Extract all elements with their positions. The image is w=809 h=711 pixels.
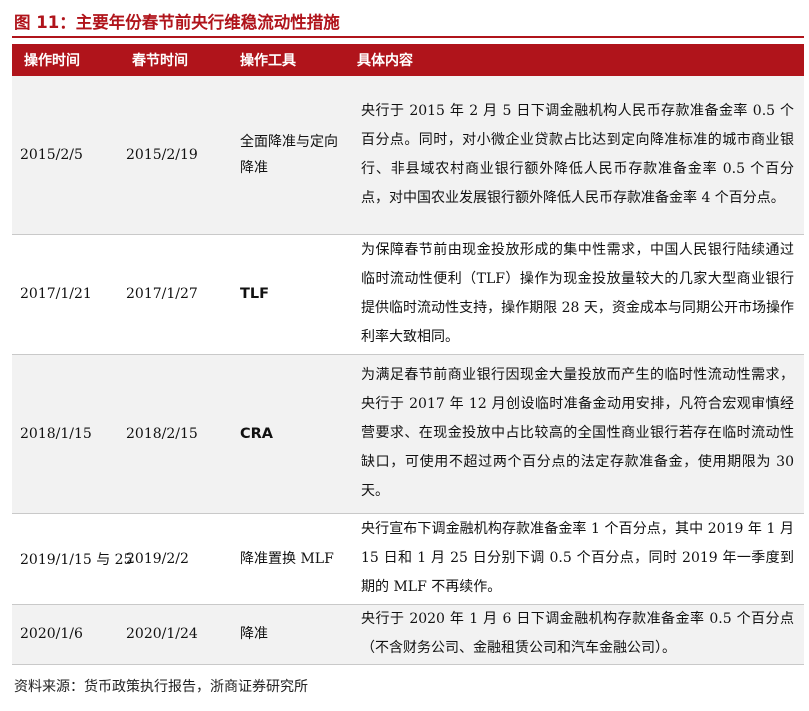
festival-date-cell: 2018/2/15: [120, 354, 228, 514]
op-date-cell: 2018/1/15: [12, 354, 120, 514]
content-cell: 为保障春节前由现金投放形成的集中性需求，中国人民银行陆续通过临时流动性便利（TL…: [345, 234, 804, 355]
op-date-cell: 2019/1/15 与 25: [12, 513, 133, 605]
header-content: 具体内容: [345, 44, 804, 76]
festival-date-cell: 2015/2/19: [120, 76, 228, 235]
content-cell: 为满足春节前商业银行因现金大量投放而产生的临时性流动性需求，央行于 2017 年…: [345, 354, 804, 514]
content-cell: 央行于 2015 年 2 月 5 日下调金融机构人民币存款准备金率 0.5 个百…: [345, 76, 804, 235]
content-cell: 央行于 2020 年 1 月 6 日下调金融机构存款准备金率 0.5 个百分点（…: [345, 604, 804, 665]
festival-date-cell: 2020/1/24: [120, 604, 228, 665]
festival-date-cell: 2019/2/2: [120, 513, 228, 605]
table-row: 2018/1/15 2018/2/15 CRA 为满足春节前商业银行因现金大量投…: [12, 354, 804, 514]
figure-title: 图 11：主要年份春节前央行维稳流动性措施: [14, 13, 340, 32]
title-rule: [12, 36, 804, 38]
op-date-cell: 2017/1/21: [12, 234, 120, 355]
op-date-cell: 2015/2/5: [12, 76, 120, 235]
table-row: 2017/1/21 2017/1/27 TLF 为保障春节前由现金投放形成的集中…: [12, 234, 804, 355]
header-festival-date: 春节时间: [120, 44, 228, 76]
table-row: 2015/2/5 2015/2/19 全面降准与定向降准 央行于 2015 年 …: [12, 76, 804, 235]
tool-cell: 降准: [228, 604, 345, 665]
table-row: 2019/1/15 与 25 2019/2/2 降准置换 MLF 央行宣布下调金…: [12, 513, 804, 605]
header-tool: 操作工具: [228, 44, 345, 76]
content-cell: 央行宣布下调金融机构存款准备金率 1 个百分点，其中 2019 年 1 月 15…: [345, 513, 804, 605]
measures-table: 操作时间 春节时间 操作工具 具体内容 2015/2/5 2015/2/19 全…: [12, 44, 804, 665]
table-row: 2020/1/6 2020/1/24 降准 央行于 2020 年 1 月 6 日…: [12, 604, 804, 665]
tool-cell: TLF: [228, 234, 345, 355]
header-op-date: 操作时间: [12, 44, 120, 76]
festival-date-cell: 2017/1/27: [120, 234, 228, 355]
table-header-row: 操作时间 春节时间 操作工具 具体内容: [12, 44, 804, 76]
tool-cell: CRA: [228, 354, 345, 514]
tool-cell: 全面降准与定向降准: [228, 76, 345, 235]
tool-cell: 降准置换 MLF: [228, 513, 345, 605]
source-note: 资料来源：货币政策执行报告，浙商证券研究所: [14, 679, 308, 695]
op-date-cell: 2020/1/6: [12, 604, 120, 665]
